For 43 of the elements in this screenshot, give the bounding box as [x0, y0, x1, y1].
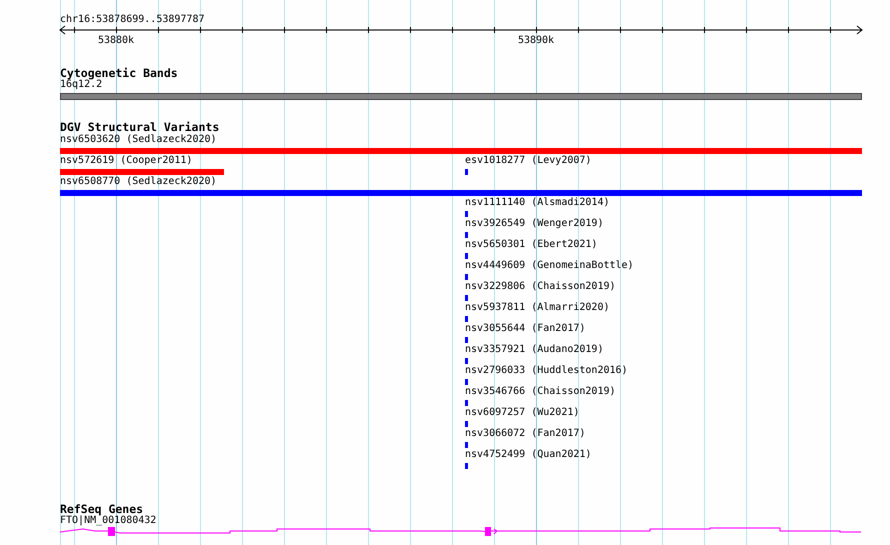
track-title: Cytogenetic Bands — [60, 67, 178, 79]
variant-label[interactable]: nsv3926549 (Wenger2019) — [465, 218, 604, 229]
track-title: RefSeq Genes — [60, 503, 144, 515]
variant-marker[interactable] — [465, 211, 468, 217]
variant-label[interactable]: nsv4752499 (Quan2021) — [465, 449, 592, 460]
variant-label[interactable]: nsv3546766 (Chaisson2019) — [465, 386, 616, 397]
variant-label[interactable]: esv1018277 (Levy2007) — [465, 155, 592, 166]
variant-label[interactable]: nsv6097257 (Wu2021) — [465, 407, 580, 418]
variant-label[interactable]: nsv2796033 (Huddleston2016) — [465, 365, 628, 376]
gene-drawing[interactable] — [60, 527, 862, 536]
variant-label[interactable]: nsv5650301 (Ebert2021) — [465, 239, 598, 250]
variant-bar[interactable] — [60, 148, 862, 154]
variant-marker[interactable] — [465, 232, 468, 238]
variant-label[interactable]: nsv1111140 (Alsmadi2014) — [465, 197, 610, 208]
variant-label[interactable]: nsv6508770 (Sedlazeck2020) — [60, 176, 217, 187]
variant-label[interactable]: nsv3066072 (Fan2017) — [465, 428, 586, 439]
track-title: DGV Structural Variants — [60, 121, 220, 133]
variant-label[interactable]: nsv3357921 (Audano2019) — [465, 344, 604, 355]
variant-label[interactable]: nsv4449609 (GenomeinaBottle) — [465, 260, 634, 271]
variant-label[interactable]: nsv3055644 (Fan2017) — [465, 323, 586, 334]
location-label: chr16:53878699..53897787 — [60, 14, 204, 25]
variant-label[interactable]: nsv3229806 (Chaisson2019) — [465, 281, 616, 292]
variant-bar[interactable] — [60, 169, 224, 175]
variant-marker[interactable] — [465, 316, 468, 322]
variant-label[interactable]: nsv572619 (Cooper2011) — [60, 155, 192, 166]
variant-marker[interactable] — [465, 295, 468, 301]
variant-marker[interactable] — [465, 421, 468, 427]
variant-marker[interactable] — [465, 358, 468, 364]
variant-marker[interactable] — [465, 400, 468, 406]
variant-marker[interactable] — [465, 169, 468, 175]
variant-marker[interactable] — [465, 337, 468, 343]
variant-bar[interactable] — [60, 190, 862, 196]
band-label: 16q12.2 — [60, 79, 102, 90]
variant-label[interactable]: nsv6503620 (Sedlazeck2020) — [60, 134, 217, 145]
variant-label[interactable]: nsv5937811 (Almarri2020) — [465, 302, 610, 313]
variant-marker[interactable] — [465, 274, 468, 280]
variant-marker[interactable] — [465, 379, 468, 385]
gene-label: FTO|NM_001080432 — [60, 515, 156, 526]
variant-marker[interactable] — [465, 253, 468, 259]
tick-label: 53880k — [98, 35, 134, 46]
variant-marker[interactable] — [465, 442, 468, 448]
variant-marker[interactable] — [465, 463, 468, 469]
tick-label: 53890k — [518, 35, 554, 46]
